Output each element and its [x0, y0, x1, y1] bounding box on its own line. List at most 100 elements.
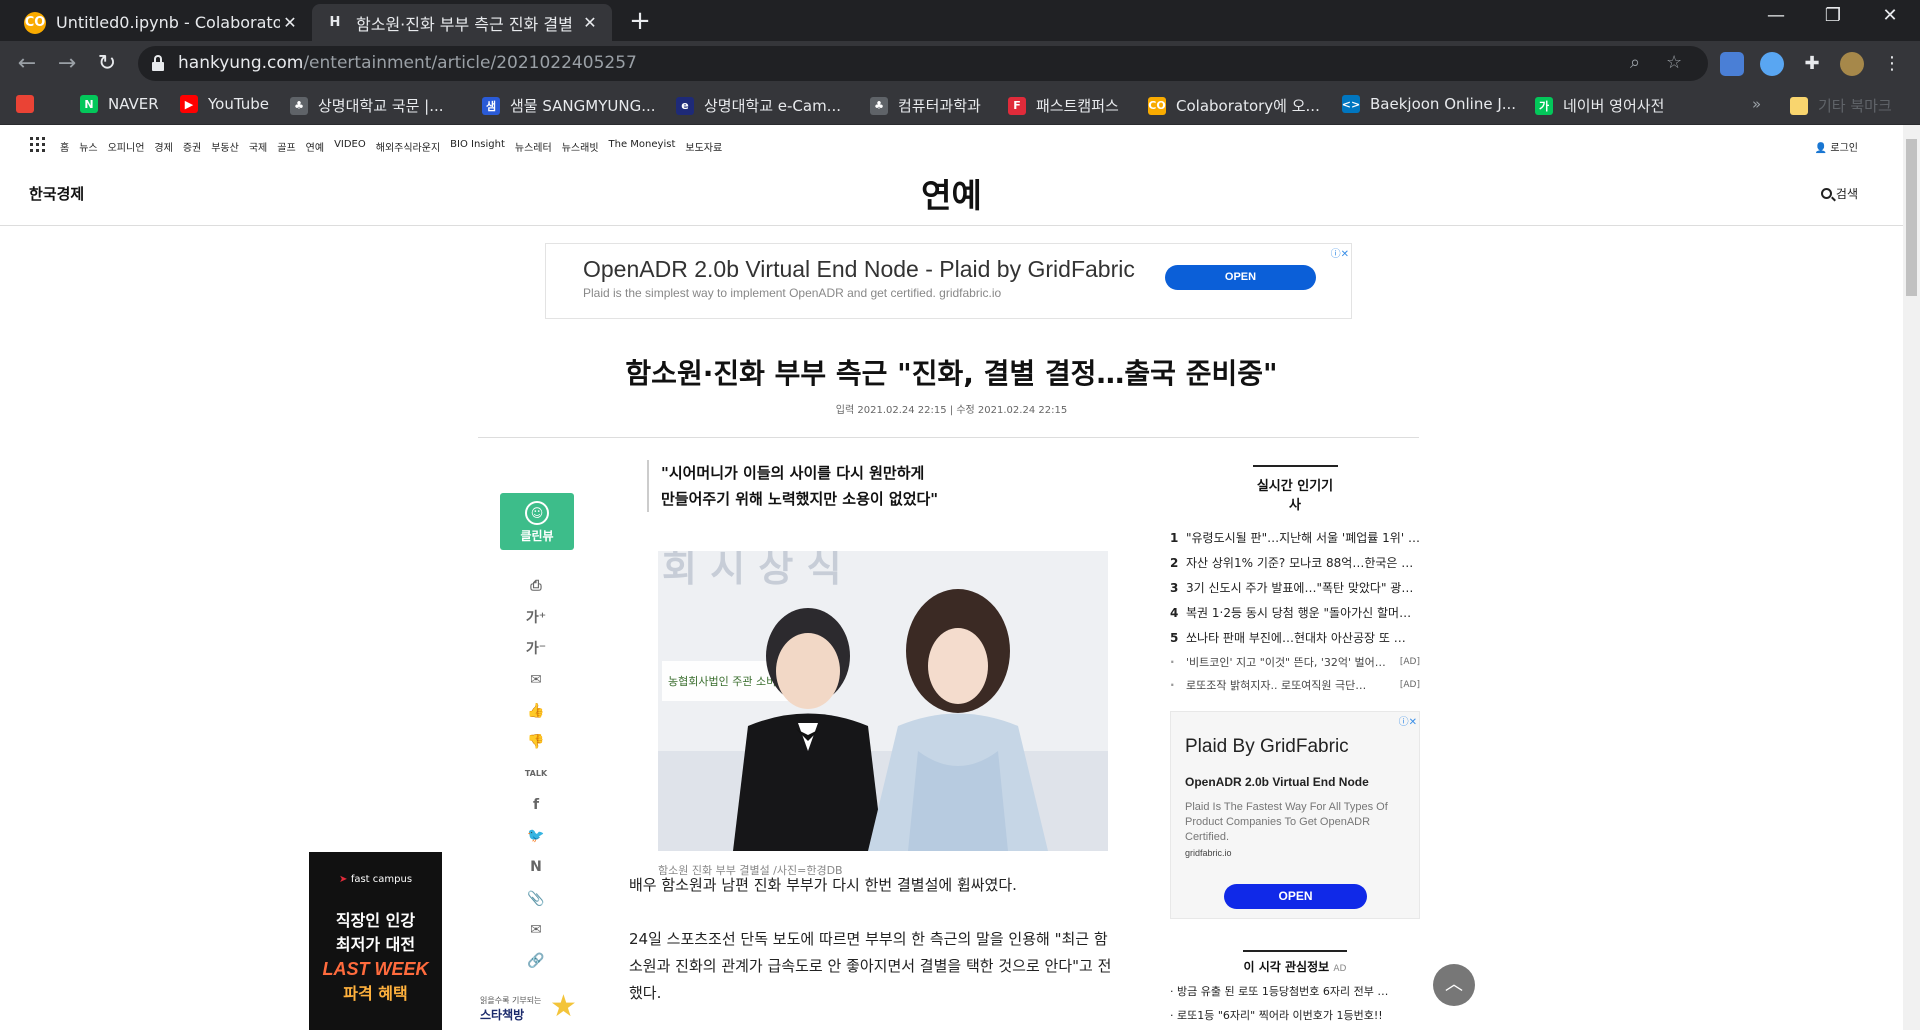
- popular-ad-title[interactable]: '비트코인' 지고 "이것" 뜬다, '32억' 벌어…: [1184, 654, 1396, 670]
- bookmark-star-icon[interactable]: ☆: [1666, 52, 1682, 73]
- article-paragraph: 배우 함소원과 남편 진화 부부가 다시 한번 결별설에 휩싸였다.: [629, 876, 1017, 894]
- nav-link[interactable]: The Moneyist: [609, 139, 676, 154]
- puzzle-icon[interactable]: ✚: [1800, 52, 1824, 76]
- search-icon: [1820, 188, 1832, 199]
- sidebar-ad[interactable]: ⓘ✕ Plaid By GridFabric OpenADR 2.0b Virt…: [1170, 711, 1420, 919]
- ad-open-button[interactable]: OPEN: [1165, 265, 1316, 290]
- star-bookstore-ad[interactable]: 읽을수록 기부되는 스타책방 ★: [478, 987, 593, 1030]
- bookmark-youtube[interactable]: ▶ YouTube: [180, 95, 269, 113]
- reload-button[interactable]: ↻: [92, 49, 122, 79]
- article-photo[interactable]: 회 시 상 식 농협회사법인 주관 소비자평가: [658, 551, 1108, 851]
- nav-link[interactable]: 골프: [277, 139, 295, 154]
- tab-close-icon[interactable]: ✕: [580, 13, 600, 32]
- nav-link[interactable]: 뉴스래빗: [562, 139, 599, 154]
- comment-icon[interactable]: ✉: [520, 664, 552, 695]
- ad-open-button[interactable]: OPEN: [1224, 884, 1367, 909]
- bookmark-cs[interactable]: ♣ 컴퓨터과학과: [870, 95, 981, 116]
- popular-item[interactable]: 4 복권 1‧2등 동시 당첨 행운 "돌아가신 할머…: [1170, 600, 1420, 625]
- nav-link[interactable]: 뉴스레터: [515, 139, 552, 154]
- close-window-button[interactable]: ✕: [1870, 5, 1910, 26]
- nav-link[interactable]: 뉴스: [79, 139, 97, 154]
- like-icon[interactable]: 👍: [520, 695, 552, 726]
- bookmark-ecampus[interactable]: e 상명대학교 e-Cam...: [676, 95, 841, 116]
- scrollbar-thumb[interactable]: [1906, 139, 1917, 296]
- floating-left-ad[interactable]: ➤ fast campus 직장인 인강 최저가 대전 LAST WEEK 파격…: [309, 852, 442, 1030]
- nav-link[interactable]: 국제: [249, 139, 267, 154]
- cloud-extension-icon[interactable]: [1760, 52, 1784, 76]
- facebook-icon[interactable]: f: [520, 789, 552, 820]
- nav-link[interactable]: BIO Insight: [450, 139, 505, 154]
- interest-item[interactable]: · 방금 유출 된 로또 1등당첨번호 6자리 전부 …: [1170, 983, 1420, 999]
- nav-link[interactable]: 연예: [306, 139, 324, 154]
- scroll-to-top-button[interactable]: ︿: [1433, 964, 1475, 1006]
- popular-ad-item[interactable]: · '비트코인' 지고 "이것" 뜬다, '32억' 벌어… [AD]: [1170, 650, 1420, 673]
- nav-link[interactable]: VIDEO: [334, 139, 366, 154]
- page-scrollbar[interactable]: [1903, 125, 1920, 1030]
- nav-link[interactable]: 부동산: [211, 139, 239, 154]
- link-icon[interactable]: 🔗: [520, 946, 552, 977]
- popular-ad-title[interactable]: 로또조작 밝혀지자.. 로또여직원 극단…: [1184, 677, 1396, 693]
- bookmark-baekjoon[interactable]: <> Baekjoon Online J...: [1342, 95, 1516, 113]
- popular-item[interactable]: 3 3기 신도시 주가 발표에…"폭탄 맞았다" 광…: [1170, 575, 1420, 600]
- popular-item-title[interactable]: "유령도시될 판"…지난해 서울 '폐업률 1위' …: [1184, 529, 1420, 546]
- nav-link[interactable]: 경제: [154, 139, 172, 154]
- url-text[interactable]: hankyung.com/entertainment/article/20210…: [178, 53, 637, 73]
- other-bookmarks[interactable]: 기타 북마크: [1790, 95, 1892, 116]
- font-decrease-icon[interactable]: 가⁻: [520, 633, 552, 664]
- nav-link[interactable]: 보도자료: [685, 139, 722, 154]
- top-banner-ad[interactable]: OpenADR 2.0b Virtual End Node - Plaid by…: [545, 243, 1352, 319]
- popular-ad-item[interactable]: · 로또조작 밝혀지자.. 로또여직원 극단… [AD]: [1170, 673, 1420, 696]
- nav-link[interactable]: 오피니언: [108, 139, 145, 154]
- bookmark-saemmul[interactable]: 샘 샘물 SANGMYUNG...: [482, 95, 656, 116]
- bookmark-apps[interactable]: [16, 95, 44, 113]
- bookmarks-overflow-button[interactable]: »: [1752, 95, 1761, 113]
- cleanview-button[interactable]: ☺ 클린뷰: [500, 493, 574, 550]
- twitter-icon[interactable]: 🐦: [520, 820, 552, 851]
- tab-close-icon[interactable]: ✕: [280, 13, 300, 32]
- avatar[interactable]: [1840, 52, 1864, 76]
- minimize-button[interactable]: —: [1756, 5, 1796, 26]
- zoom-icon[interactable]: ⌕: [1630, 52, 1640, 73]
- back-button[interactable]: ←: [12, 49, 42, 79]
- kakaotalk-icon[interactable]: TALK: [520, 758, 552, 789]
- quote-line: 만들어주기 위해 노력했지만 소용이 없었다": [661, 490, 939, 508]
- popular-item-title[interactable]: 복권 1‧2등 동시 당첨 행운 "돌아가신 할머…: [1184, 604, 1420, 621]
- popular-item[interactable]: 1 "유령도시될 판"…지난해 서울 '폐업률 1위' …: [1170, 525, 1420, 550]
- bookmark-naver-dict[interactable]: 가 네이버 영어사전: [1535, 95, 1664, 116]
- search-button[interactable]: 검색: [1820, 185, 1858, 202]
- ad-heading[interactable]: Plaid By GridFabric: [1185, 736, 1349, 758]
- popular-item-title[interactable]: 자산 상위1% 기준? 모나코 88억…한국은 …: [1184, 554, 1420, 571]
- font-increase-icon[interactable]: 가⁺: [520, 601, 552, 632]
- popular-item[interactable]: 2 자산 상위1% 기준? 모나코 88억…한국은 …: [1170, 550, 1420, 575]
- restore-button[interactable]: ❐: [1813, 5, 1853, 26]
- login-link[interactable]: 👤 로그인: [1815, 139, 1858, 154]
- print-icon[interactable]: ⎙: [520, 570, 552, 601]
- bookmark-naver[interactable]: N NAVER: [80, 95, 159, 113]
- menu-grid-icon[interactable]: [30, 137, 45, 152]
- interest-info: 이 시각 관심정보 AD · 방금 유출 된 로또 1등당첨번호 6자리 전부 …: [1170, 950, 1420, 1023]
- interest-item[interactable]: · 로또1등 "6자리" 찍어라 이번호가 1등번호!!: [1170, 1007, 1420, 1023]
- forward-button[interactable]: →: [52, 49, 82, 79]
- tab-hankyung[interactable]: H 함소원·진화 부부 측근 진화 결별 ✕: [312, 4, 612, 41]
- nav-link[interactable]: 해외주식라운지: [376, 139, 440, 154]
- popular-item-title[interactable]: 3기 신도시 주가 발표에…"폭탄 맞았다" 광…: [1184, 579, 1420, 596]
- bookmark-smu[interactable]: ♣ 상명대학교 국문 |...: [290, 95, 444, 116]
- menu-icon[interactable]: ⋮: [1880, 52, 1904, 76]
- adchoices-icon[interactable]: ⓘ✕: [1331, 245, 1349, 260]
- new-tab-button[interactable]: +: [624, 6, 656, 36]
- ad-headline[interactable]: OpenADR 2.0b Virtual End Node - Plaid by…: [583, 256, 1135, 283]
- popular-item-title[interactable]: 쏘나타 판매 부진에…현대차 아산공장 또 …: [1184, 629, 1420, 646]
- nav-link[interactable]: 홈: [60, 139, 69, 154]
- dislike-icon[interactable]: 👎: [520, 726, 552, 757]
- bookmark-fastcampus[interactable]: F 패스트캠퍼스: [1008, 95, 1119, 116]
- adchoices-icon[interactable]: ⓘ✕: [1399, 713, 1417, 728]
- address-bar[interactable]: hankyung.com/entertainment/article/20210…: [138, 46, 1708, 81]
- extension-icon[interactable]: [1720, 52, 1744, 76]
- clip-icon[interactable]: 📎: [520, 883, 552, 914]
- tab-colab[interactable]: CO Untitled0.ipynb - Colaboratory ✕: [12, 4, 312, 41]
- naver-share-icon[interactable]: N: [520, 852, 552, 883]
- popular-item[interactable]: 5 쏘나타 판매 부진에…현대차 아산공장 또 …: [1170, 625, 1420, 650]
- nav-link[interactable]: 증권: [183, 139, 201, 154]
- email-icon[interactable]: ✉: [520, 914, 552, 945]
- bookmark-colab[interactable]: CO Colaboratory에 오...: [1148, 95, 1320, 116]
